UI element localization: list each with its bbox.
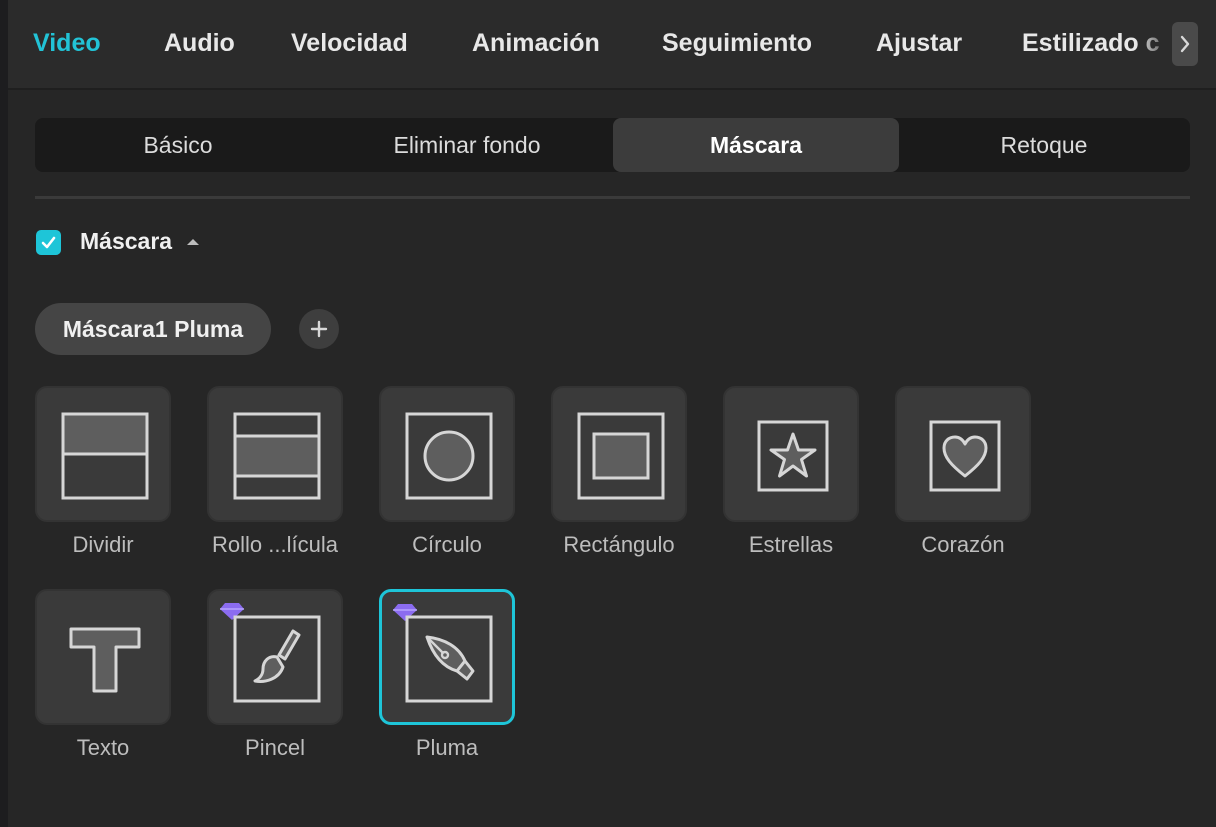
mask-label-dividir: Dividir [72,532,134,557]
plus-icon [310,320,328,338]
mask-label-pincel: Pincel [245,735,305,760]
star-mask-icon [757,420,829,492]
subtab-retoque[interactable]: Retoque [901,118,1187,172]
checkmark-icon [41,236,56,249]
mask-label-estrellas: Estrellas [748,532,834,557]
tab-overflow-fade [1136,20,1176,68]
mask-label-circulo: Círculo [412,532,482,557]
tab-seguimiento[interactable]: Seguimiento [662,26,812,60]
mask-option-corazon[interactable] [895,386,1031,522]
heart-mask-icon [929,420,1001,492]
add-mask-button[interactable] [299,309,339,349]
sub-tab-bar: Básico Eliminar fondo Máscara Retoque [35,118,1190,172]
mask-option-dividir[interactable] [35,386,171,522]
mask-option-estrellas[interactable] [723,386,859,522]
mask-option-circulo[interactable] [379,386,515,522]
tab-scroll-right-button[interactable] [1172,22,1198,66]
tab-audio[interactable]: Audio [164,26,235,60]
mask-enable-checkbox[interactable] [36,230,61,255]
circle-mask-icon [405,412,493,500]
split-mask-icon [61,412,149,500]
mask-label-texto: Texto [76,735,130,760]
mask-option-texto[interactable] [35,589,171,725]
mask-label-corazon: Corazón [921,532,1005,557]
caret-up-icon[interactable] [186,237,200,246]
tab-animacion[interactable]: Animación [472,26,600,60]
top-tab-bar: Video Audio Velocidad Animación Seguimie… [8,0,1216,90]
film-strip-mask-icon [233,412,321,500]
pen-mask-icon [405,615,493,703]
mask-option-pluma[interactable] [379,589,515,725]
section-divider [35,196,1190,199]
subtab-mascara[interactable]: Máscara [613,118,899,172]
mask-option-rectangulo[interactable] [551,386,687,522]
subtab-eliminar-fondo[interactable]: Eliminar fondo [324,118,610,172]
chevron-right-icon [1180,35,1190,53]
mask-label-rectangulo: Rectángulo [563,532,675,557]
rectangle-mask-icon [577,412,665,500]
mask-chip[interactable]: Máscara1 Pluma [35,303,271,355]
properties-panel: Video Audio Velocidad Animación Seguimie… [8,0,1216,827]
subtab-basico[interactable]: Básico [35,118,321,172]
tab-video[interactable]: Video [33,26,101,60]
mask-label-rollo-pelicula: Rollo ...lícula [212,532,338,557]
text-mask-icon [69,627,141,693]
section-title: Máscara [80,228,173,254]
mask-option-rollo-pelicula[interactable] [207,386,343,522]
tab-ajustar[interactable]: Ajustar [876,26,962,60]
mask-label-pluma: Pluma [415,735,479,760]
tab-velocidad[interactable]: Velocidad [291,26,408,60]
brush-mask-icon [233,615,321,703]
mask-option-pincel[interactable] [207,589,343,725]
